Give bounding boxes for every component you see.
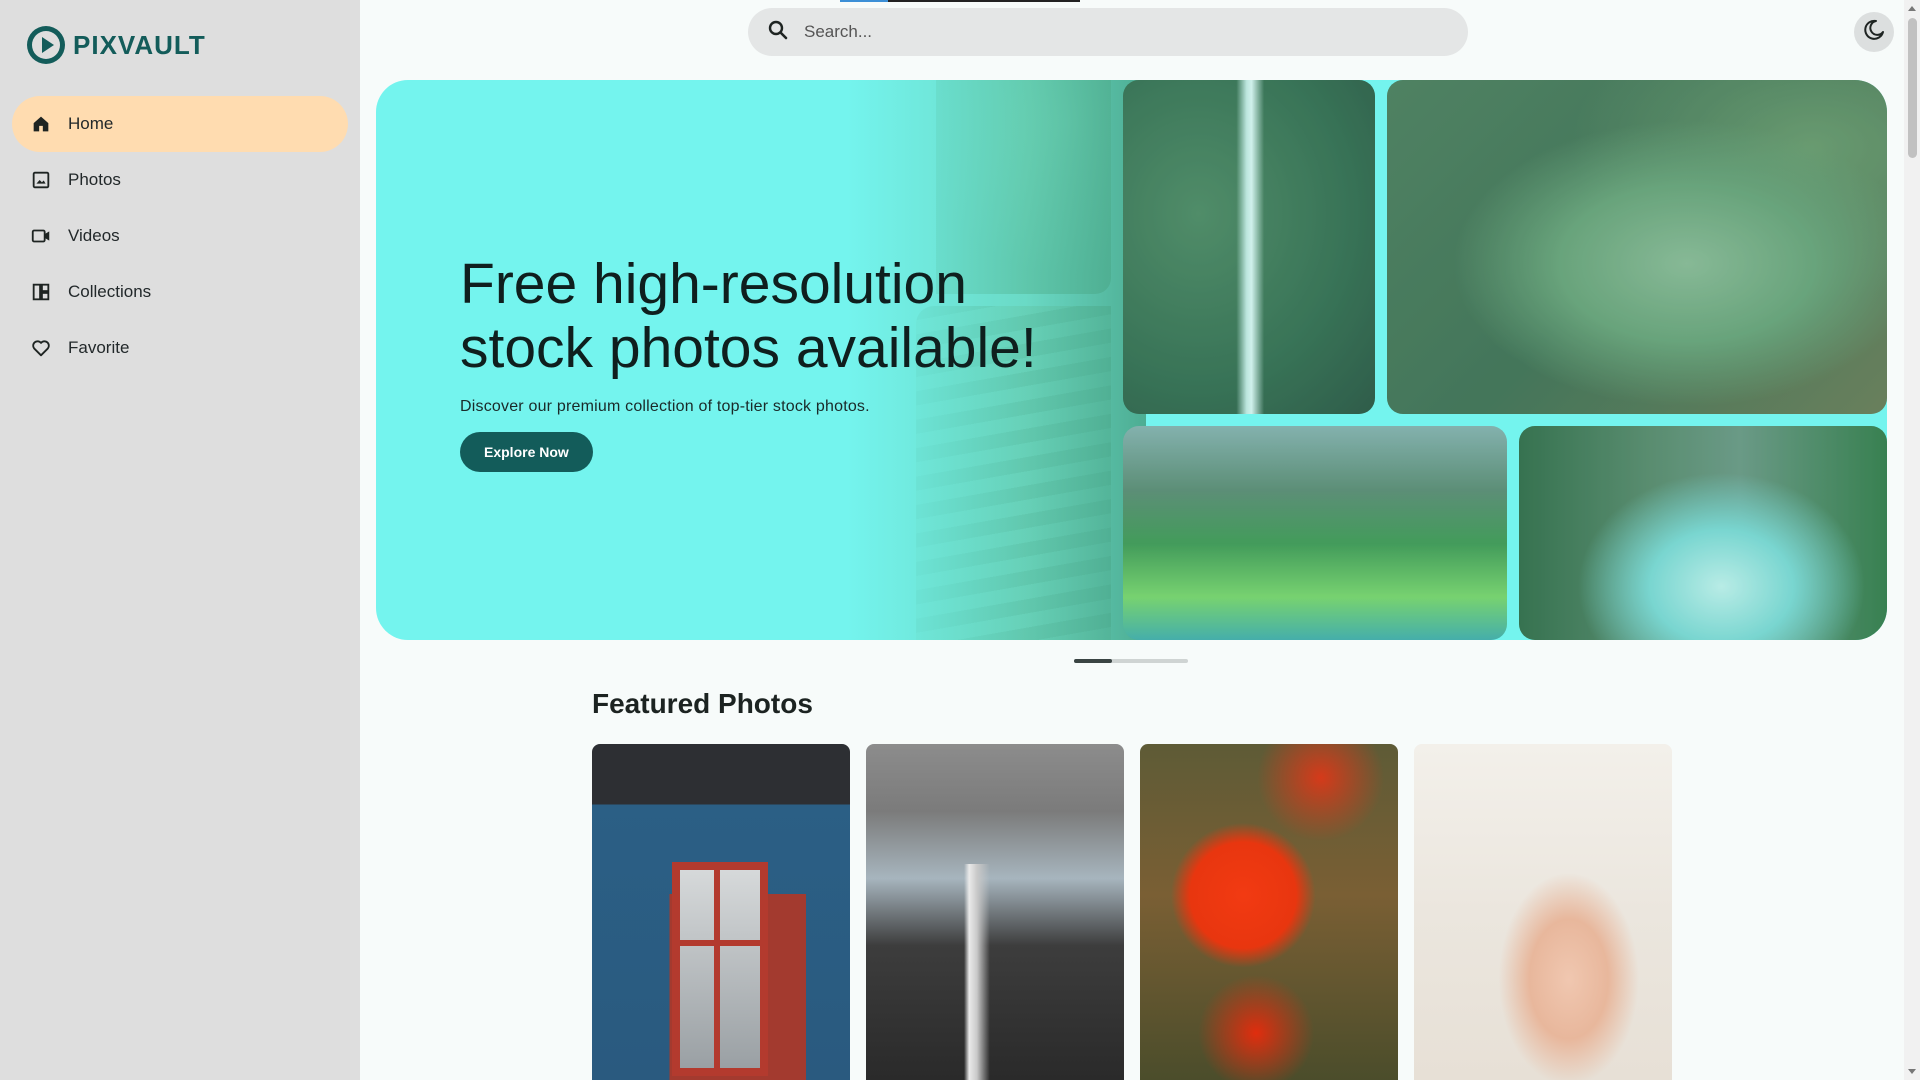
hero-title: Free high-resolution stock photos availa… (460, 252, 1100, 380)
hero-image-river (1519, 426, 1887, 640)
search-input[interactable] (804, 22, 1424, 42)
explore-now-button[interactable]: Explore Now (460, 432, 593, 472)
video-icon (30, 225, 52, 247)
sidebar-item-label: Videos (68, 226, 120, 245)
logo-icon (27, 26, 65, 64)
search-bar[interactable] (748, 8, 1468, 56)
sidebar-item-photos[interactable]: Photos (12, 152, 348, 208)
scrollbar-thumb[interactable] (1908, 18, 1917, 158)
sidebar-nav: Home Photos Videos Collections Favorite (12, 96, 348, 376)
page-scrollbar[interactable] (1904, 0, 1920, 1080)
featured-photo-card[interactable] (1414, 744, 1672, 1080)
hero-content: Free high-resolution stock photos availa… (460, 252, 1100, 472)
sidebar-item-label: Collections (68, 282, 152, 301)
sidebar-item-collections[interactable]: Collections (12, 264, 348, 320)
hero-title-line-2: stock photos available! (460, 316, 1037, 380)
featured-photo-card[interactable] (592, 744, 850, 1080)
hero-title-line-1: Free high-resolution (460, 252, 967, 316)
heart-icon (30, 337, 52, 359)
sidebar-item-label: Photos (68, 170, 121, 189)
featured-photos-heading: Featured Photos (592, 688, 813, 719)
home-icon (30, 113, 52, 135)
scroll-down-arrow-icon[interactable] (1908, 1069, 1916, 1074)
sidebar: PIXVAULT Home Photos Videos Collections … (0, 0, 360, 1080)
app-root: PIXVAULT Home Photos Videos Collections … (0, 0, 1920, 1080)
sidebar-item-home[interactable]: Home (12, 96, 348, 152)
hero-image-waterfall (1123, 80, 1375, 414)
loading-progress-bar (840, 0, 1080, 2)
sidebar-item-videos[interactable]: Videos (12, 208, 348, 264)
sidebar-item-label: Favorite (68, 338, 130, 357)
theme-toggle-button[interactable] (1854, 12, 1894, 52)
brand-logo[interactable]: PIXVAULT (27, 26, 206, 64)
featured-photo-card[interactable] (866, 744, 1124, 1080)
carousel-indicators[interactable] (1074, 659, 1188, 663)
photo-icon (30, 169, 52, 191)
scroll-up-arrow-icon[interactable] (1908, 6, 1916, 11)
sidebar-item-favorite[interactable]: Favorite (12, 320, 348, 376)
hero-subtitle: Discover our premium collection of top-t… (460, 398, 870, 415)
collections-icon (30, 281, 52, 303)
search-icon[interactable] (766, 18, 790, 47)
hero-banner: Free high-resolution stock photos availa… (376, 80, 1887, 640)
brand-name: PIXVAULT (73, 29, 206, 60)
carousel-indicator-active (1074, 659, 1112, 663)
hero-image-valley (1123, 426, 1507, 640)
moon-icon (1862, 18, 1886, 47)
sidebar-item-label: Home (68, 114, 114, 133)
featured-photo-image (672, 862, 768, 1076)
hero-image-lizard (1387, 80, 1887, 414)
featured-photo-card[interactable] (1140, 744, 1398, 1080)
